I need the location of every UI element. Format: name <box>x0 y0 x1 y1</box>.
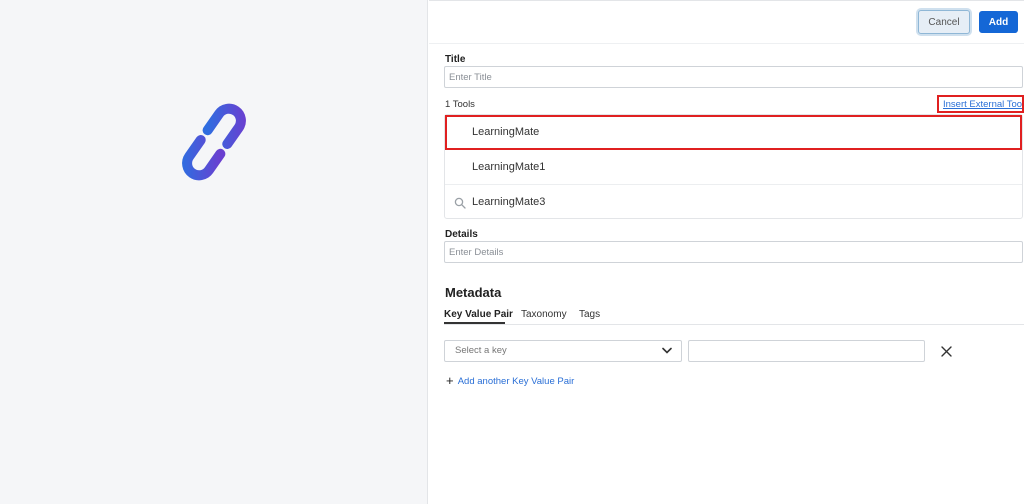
tool-item[interactable]: LearningMate1 <box>445 150 1022 185</box>
add-button[interactable]: Add <box>979 11 1018 33</box>
divider <box>429 43 1024 44</box>
plus-icon: + <box>446 373 454 388</box>
title-input[interactable] <box>444 66 1023 88</box>
tool-item[interactable]: LearningMate3 <box>445 185 1022 220</box>
details-label: Details <box>445 229 478 240</box>
tool-form: Cancel Add Title 1 Tools Insert External… <box>429 0 1024 504</box>
add-pair-label: Add another Key Value Pair <box>457 376 575 387</box>
link-chain-icon <box>182 103 246 181</box>
search-icon <box>454 197 466 209</box>
tool-list: LearningMate LearningMate1 LearningMate3 <box>444 114 1023 219</box>
active-tab-indicator <box>444 322 505 324</box>
tool-item-selected[interactable]: LearningMate <box>445 115 1022 150</box>
divider <box>429 0 1024 1</box>
tools-count: 1 Tools <box>445 99 475 110</box>
tab-taxonomy[interactable]: Taxonomy <box>521 309 567 320</box>
details-input[interactable] <box>444 241 1023 263</box>
tab-tags[interactable]: Tags <box>579 309 600 320</box>
chevron-down-icon <box>662 347 672 354</box>
title-label: Title <box>445 54 466 65</box>
key-select-placeholder: Select a key <box>455 345 507 356</box>
preview-pane <box>0 0 428 504</box>
cancel-button[interactable]: Cancel <box>918 10 970 34</box>
tabs-divider <box>444 324 1024 325</box>
key-select[interactable]: Select a key <box>444 340 682 362</box>
metadata-title: Metadata <box>445 285 502 300</box>
tab-key-value-pair[interactable]: Key Value Pair <box>444 309 513 320</box>
insert-external-tool-link[interactable]: Insert External Tool <box>937 95 1024 113</box>
value-input[interactable] <box>688 340 925 362</box>
add-key-value-pair-link[interactable]: + Add another Key Value Pair <box>446 372 575 388</box>
tool-item-label: LearningMate3 <box>472 196 546 208</box>
close-icon[interactable] <box>941 346 952 357</box>
